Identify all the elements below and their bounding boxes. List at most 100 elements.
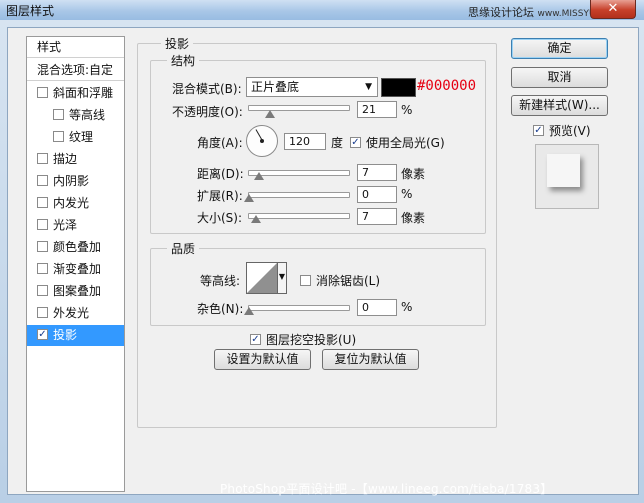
- quality-title: 品质: [167, 240, 200, 257]
- preview-check-icon: ✓: [533, 125, 544, 136]
- anti-alias-checkbox[interactable]: 消除锯齿(L): [300, 272, 380, 289]
- style-list-item[interactable]: 内阴影: [27, 171, 124, 192]
- contour-label: 等高线:: [200, 274, 241, 288]
- style-preview-thumbnail: [535, 144, 599, 209]
- style-checkbox-icon[interactable]: [37, 153, 48, 164]
- style-list-header[interactable]: 样式: [27, 37, 124, 58]
- window-title: 图层样式: [6, 4, 55, 18]
- style-list-item[interactable]: 描边: [27, 149, 124, 170]
- blend-mode-select[interactable]: 正片叠底 ▼: [246, 77, 378, 97]
- distance-slider-thumb[interactable]: [254, 172, 264, 180]
- style-list-item-label: 光泽: [53, 218, 78, 232]
- spread-slider-thumb[interactable]: [244, 194, 254, 202]
- style-checkbox-icon[interactable]: [37, 263, 48, 274]
- distance-label: 距离(D):: [197, 167, 244, 181]
- style-checkbox-icon[interactable]: [53, 109, 64, 120]
- size-slider-thumb[interactable]: [251, 215, 261, 223]
- style-list-item[interactable]: 纹理: [27, 127, 124, 148]
- angle-label: 角度(A):: [197, 136, 243, 150]
- watermark-top-text: 思缘设计论坛: [468, 6, 534, 19]
- style-list-item[interactable]: ✓ 投影: [27, 325, 124, 346]
- blending-options-item[interactable]: 混合选项:自定: [27, 60, 124, 81]
- new-style-button[interactable]: 新建样式(W)...: [511, 95, 608, 116]
- size-input[interactable]: 7: [357, 208, 397, 225]
- reset-default-button[interactable]: 复位为默认值: [322, 349, 419, 370]
- noise-slider-thumb[interactable]: [244, 307, 254, 315]
- style-list-item-label: 内阴影: [53, 174, 90, 188]
- color-hex-annotation: #000000: [417, 78, 477, 94]
- style-list-item[interactable]: 渐变叠加: [27, 259, 124, 280]
- distance-input[interactable]: 7: [357, 164, 397, 181]
- cancel-button[interactable]: 取消: [511, 67, 608, 88]
- style-list: 样式 混合选项:自定 斜面和浮雕等高线纹理描边内阴影内发光光泽颜色叠加渐变叠加图…: [26, 36, 125, 492]
- opacity-slider-thumb[interactable]: [265, 110, 275, 118]
- preview-checkbox[interactable]: ✓ 预览(V): [533, 122, 591, 139]
- style-checkbox-icon[interactable]: [37, 87, 48, 98]
- style-list-item[interactable]: 内发光: [27, 193, 124, 214]
- style-checkbox-icon[interactable]: [37, 241, 48, 252]
- style-list-item-label: 内发光: [53, 196, 90, 210]
- style-list-item[interactable]: 斜面和浮雕: [27, 83, 124, 104]
- drop-shadow-title: 投影: [161, 35, 194, 52]
- style-list-item[interactable]: 光泽: [27, 215, 124, 236]
- opacity-slider[interactable]: [248, 105, 350, 111]
- close-button[interactable]: ✕: [590, 0, 636, 19]
- style-list-item[interactable]: 颜色叠加: [27, 237, 124, 258]
- bottom-watermark: PhotoShop平面设计吧 -【www.lineeg.com/tieba/17…: [220, 482, 553, 496]
- style-checkbox-icon[interactable]: [37, 307, 48, 318]
- shadow-color-swatch[interactable]: [381, 78, 416, 97]
- style-checkbox-icon[interactable]: [53, 131, 64, 142]
- size-slider[interactable]: [248, 213, 350, 219]
- opacity-label: 不透明度(O):: [172, 105, 243, 119]
- style-list-item-label: 等高线: [69, 108, 106, 122]
- global-light-checkbox[interactable]: ✓ 使用全局光(G): [350, 134, 445, 151]
- style-list-item-label: 斜面和浮雕: [53, 86, 114, 100]
- style-checkbox-icon[interactable]: [37, 219, 48, 230]
- opacity-input[interactable]: 21: [357, 101, 397, 118]
- style-checkbox-icon[interactable]: [37, 197, 48, 208]
- noise-input[interactable]: 0: [357, 299, 397, 316]
- style-list-item[interactable]: 外发光: [27, 303, 124, 324]
- anti-alias-label: 消除锯齿(L): [316, 274, 381, 288]
- ok-button[interactable]: 确定: [511, 38, 608, 59]
- noise-label: 杂色(N):: [197, 302, 244, 316]
- noise-slider[interactable]: [248, 305, 350, 311]
- style-list-item[interactable]: 图案叠加: [27, 281, 124, 302]
- close-icon: ✕: [607, 1, 619, 16]
- style-list-item[interactable]: 等高线: [27, 105, 124, 126]
- structure-title: 结构: [167, 52, 200, 69]
- style-list-item-label: 外发光: [53, 306, 90, 320]
- knockout-checkbox[interactable]: ✓ 图层挖空投影(U): [250, 331, 356, 348]
- style-list-item-label: 纹理: [69, 130, 94, 144]
- style-checkbox-icon[interactable]: [37, 175, 48, 186]
- knockout-check-icon: ✓: [250, 334, 261, 345]
- angle-input[interactable]: 120: [284, 133, 326, 150]
- blend-mode-value: 正片叠底: [251, 80, 300, 94]
- style-checkbox-icon[interactable]: ✓: [37, 329, 48, 340]
- contour-curve-icon: [247, 263, 277, 293]
- style-list-item-label: 投影: [53, 328, 78, 342]
- size-label: 大小(S):: [197, 211, 243, 225]
- blend-mode-label: 混合模式(B):: [172, 82, 242, 96]
- style-list-item-label: 渐变叠加: [53, 262, 102, 276]
- style-checkbox-icon[interactable]: [37, 285, 48, 296]
- size-unit: 像素: [401, 211, 426, 225]
- global-light-check-icon: ✓: [350, 137, 361, 148]
- chevron-down-icon: ▼: [278, 272, 286, 281]
- spread-slider[interactable]: [248, 192, 350, 198]
- preview-square: [547, 154, 580, 187]
- opacity-unit: %: [401, 103, 413, 117]
- knockout-label: 图层挖空投影(U): [266, 333, 357, 347]
- style-list-item-label: 图案叠加: [53, 284, 102, 298]
- contour-preview[interactable]: [246, 262, 278, 294]
- angle-dial-center: [260, 139, 264, 143]
- angle-dial[interactable]: [246, 125, 278, 157]
- make-default-button[interactable]: 设置为默认值: [214, 349, 311, 370]
- spread-label: 扩展(R):: [197, 189, 243, 203]
- chevron-down-icon: ▼: [365, 82, 372, 92]
- preview-label: 预览(V): [549, 124, 591, 138]
- style-list-item-label: 描边: [53, 152, 78, 166]
- contour-dropdown[interactable]: ▼: [277, 262, 287, 294]
- spread-input[interactable]: 0: [357, 186, 397, 203]
- distance-unit: 像素: [401, 167, 426, 181]
